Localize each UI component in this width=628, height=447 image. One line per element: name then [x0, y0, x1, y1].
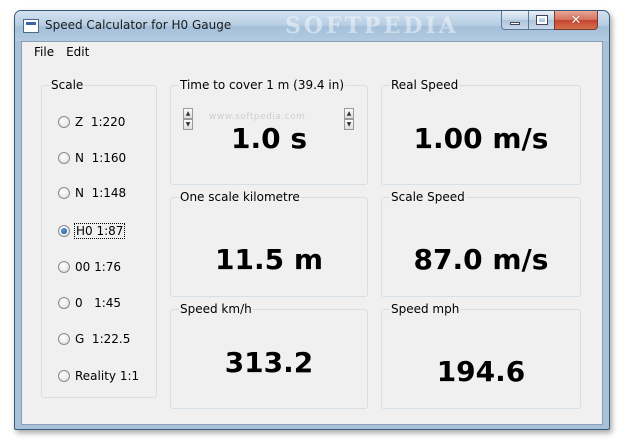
minimize-button[interactable]	[501, 11, 529, 30]
title-bar[interactable]: Speed Calculator for H0 Gauge SOFTPEDIA …	[15, 11, 609, 41]
scale-option-n148[interactable]: N 1:148	[58, 186, 126, 200]
scale-group-label: Scale	[50, 78, 85, 92]
menu-bar: File Edit	[22, 42, 602, 62]
minimize-icon	[510, 21, 520, 25]
softpedia-small-watermark: www.softpedia.com	[209, 112, 306, 122]
radio-label: 0 1:45	[75, 296, 122, 310]
radio-label: 00 1:76	[75, 260, 122, 274]
time-panel: Time to cover 1 m (39.4 in) www.softpedi…	[170, 78, 368, 185]
kmh-value: 313.2	[224, 346, 314, 379]
radio-button[interactable]	[58, 333, 70, 345]
scale-option-n160[interactable]: N 1:160	[58, 151, 126, 165]
scale-speed-label: Scale Speed	[390, 190, 466, 204]
radio-button[interactable]	[58, 187, 70, 199]
mph-value: 194.6	[436, 355, 526, 388]
scale-option-0[interactable]: 0 1:45	[58, 296, 121, 310]
scale-km-value: 11.5 m	[214, 243, 323, 276]
scale-option-z[interactable]: Z 1:220	[58, 115, 125, 129]
kmh-panel: Speed km/h 313.2	[170, 302, 368, 409]
time-value: 1.0 s	[230, 122, 307, 155]
real-speed-label: Real Speed	[390, 78, 460, 92]
close-icon: ✕	[570, 12, 582, 28]
radio-label: G 1:22.5	[75, 332, 131, 346]
app-icon	[23, 19, 39, 33]
close-button[interactable]: ✕	[554, 11, 598, 30]
client-area: File Edit Scale Z 1:220 N 1:160 N 1:148 …	[21, 41, 603, 425]
radio-button-checked[interactable]	[58, 225, 70, 237]
real-speed-panel: Real Speed 1.00 m/s	[381, 78, 581, 185]
scale-km-panel: One scale kilometre 11.5 m	[170, 190, 368, 297]
app-window: Speed Calculator for H0 Gauge SOFTPEDIA …	[14, 10, 610, 430]
radio-label: Reality 1:1	[75, 369, 140, 383]
kmh-label: Speed km/h	[179, 302, 253, 316]
scale-option-h0[interactable]: H0 1:87	[58, 223, 126, 239]
scale-speed-panel: Scale Speed 87.0 m/s	[381, 190, 581, 297]
radio-label: N 1:160	[75, 151, 127, 165]
radio-button[interactable]	[58, 370, 70, 382]
softpedia-watermark: SOFTPEDIA	[285, 13, 459, 39]
maximize-icon	[535, 15, 548, 25]
spin-up-icon[interactable]: ▲	[183, 108, 193, 119]
radio-button[interactable]	[58, 297, 70, 309]
radio-button[interactable]	[58, 116, 70, 128]
scale-option-g[interactable]: G 1:22.5	[58, 332, 130, 346]
radio-label: N 1:148	[75, 186, 127, 200]
radio-label: Z 1:220	[75, 115, 126, 129]
window-title: Speed Calculator for H0 Gauge	[45, 18, 232, 32]
scale-km-label: One scale kilometre	[179, 190, 301, 204]
menu-file[interactable]: File	[28, 45, 60, 59]
radio-label: H0 1:87	[73, 223, 126, 239]
scale-option-00[interactable]: 00 1:76	[58, 260, 121, 274]
radio-button[interactable]	[58, 261, 70, 273]
scale-group: Scale Z 1:220 N 1:160 N 1:148 H0 1:87 00…	[41, 78, 157, 398]
scale-speed-value: 87.0 m/s	[413, 243, 549, 276]
spin-up-icon[interactable]: ▲	[344, 108, 354, 119]
scale-option-reality[interactable]: Reality 1:1	[58, 369, 139, 383]
time-panel-label: Time to cover 1 m (39.4 in)	[179, 78, 346, 92]
menu-edit[interactable]: Edit	[60, 45, 95, 59]
mph-label: Speed mph	[390, 302, 461, 316]
radio-button[interactable]	[58, 152, 70, 164]
real-speed-value: 1.00 m/s	[413, 122, 549, 155]
mph-panel: Speed mph 194.6	[381, 302, 581, 409]
maximize-button[interactable]	[528, 11, 555, 30]
